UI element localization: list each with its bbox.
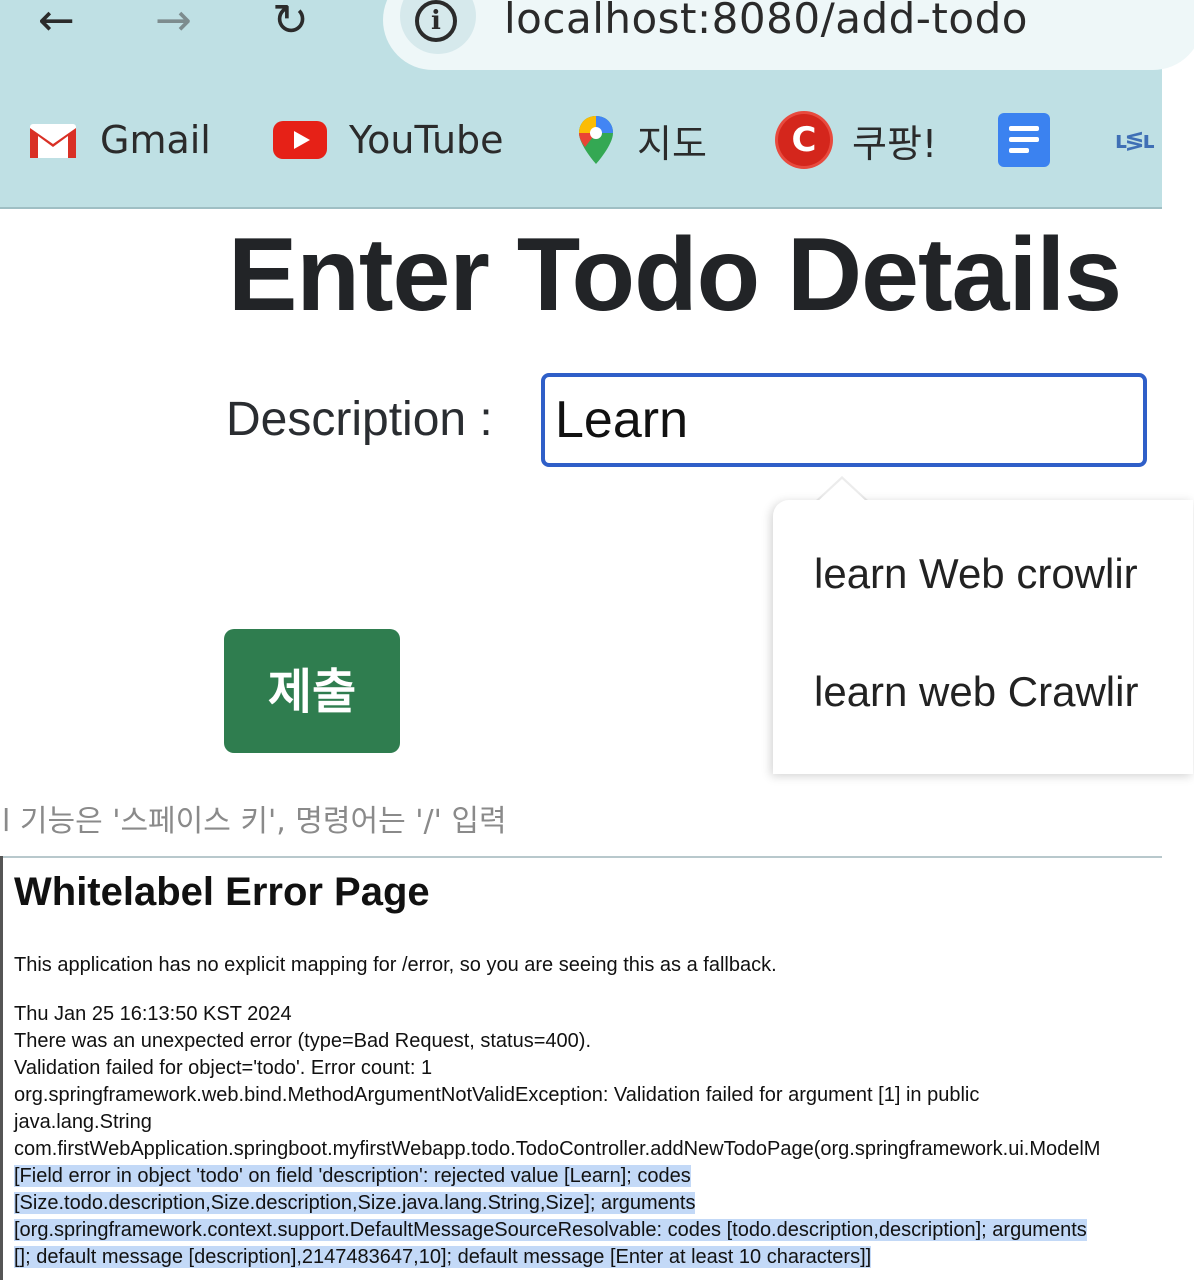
partial-bookmark-icon: ւ≶ւ: [1115, 126, 1154, 154]
error-line: There was an unexpected error (type=Bad …: [14, 1030, 592, 1052]
error-line: com.firstWebApplication.springboot.myfir…: [14, 1138, 1101, 1160]
error-line-selected: [Field error in object 'todo' on field '…: [14, 1163, 691, 1190]
page-title: Enter Todo Details: [228, 217, 1122, 333]
selected-text: []; default message [description],214748…: [14, 1246, 872, 1268]
autocomplete-option[interactable]: learn web Crawlir: [814, 668, 1138, 716]
editor-hint-text: l 기능은 '스페이스 키', 명령어는 '/' 입력: [2, 804, 507, 839]
back-arrow-icon[interactable]: ←: [38, 0, 75, 46]
description-input[interactable]: [541, 373, 1147, 467]
bookmark-docs[interactable]: [998, 112, 1050, 168]
gmail-icon: [30, 124, 76, 158]
url-text[interactable]: localhost:8080/add-todo: [504, 0, 1028, 43]
bookmark-label: 지도: [637, 121, 707, 166]
autocomplete-pointer-inner: [817, 479, 867, 502]
docs-icon: [998, 113, 1050, 167]
selected-text: [Field error in object 'todo' on field '…: [14, 1165, 691, 1187]
fallback-message: This application has no explicit mapping…: [14, 954, 777, 976]
bookmark-youtube[interactable]: YouTube: [273, 112, 504, 168]
autocomplete-dropdown: [773, 500, 1193, 774]
error-page-title: Whitelabel Error Page: [14, 870, 430, 914]
bookmark-label: 쿠팡!: [852, 121, 938, 166]
bookmark-maps[interactable]: 지도: [577, 112, 707, 168]
submit-button[interactable]: 제출: [224, 629, 400, 753]
error-line-selected: []; default message [description],214748…: [14, 1244, 872, 1271]
description-label: Description :: [226, 393, 493, 446]
error-line: java.lang.String: [14, 1111, 152, 1133]
selected-text: [org.springframework.context.support.Def…: [14, 1219, 1087, 1241]
error-line: Validation failed for object='todo'. Err…: [14, 1057, 433, 1079]
bookmark-label: Gmail: [100, 118, 211, 162]
bookmark-partial[interactable]: ւ≶ւ: [1115, 112, 1154, 168]
selected-text: [Size.todo.description,Size.description,…: [14, 1192, 696, 1214]
bookmark-coupang[interactable]: C 쿠팡!: [778, 112, 937, 168]
error-line: org.springframework.web.bind.MethodArgum…: [14, 1084, 980, 1106]
section-divider: [2, 856, 1162, 858]
reload-icon[interactable]: ↻: [272, 0, 309, 46]
maps-icon: [579, 116, 613, 164]
error-timestamp: Thu Jan 25 16:13:50 KST 2024: [14, 1003, 292, 1025]
error-line-selected: [Size.todo.description,Size.description,…: [14, 1190, 696, 1217]
youtube-icon: [273, 121, 327, 159]
bookmark-gmail[interactable]: Gmail: [28, 112, 211, 168]
error-line-selected: [org.springframework.context.support.Def…: [14, 1217, 1087, 1244]
info-icon[interactable]: i: [415, 0, 457, 42]
forward-arrow-icon[interactable]: →: [155, 0, 192, 46]
bookmark-label: YouTube: [349, 118, 504, 162]
window-edge: [0, 856, 3, 1280]
coupang-icon: C: [778, 114, 830, 166]
autocomplete-option[interactable]: learn Web crowlir: [814, 550, 1138, 598]
